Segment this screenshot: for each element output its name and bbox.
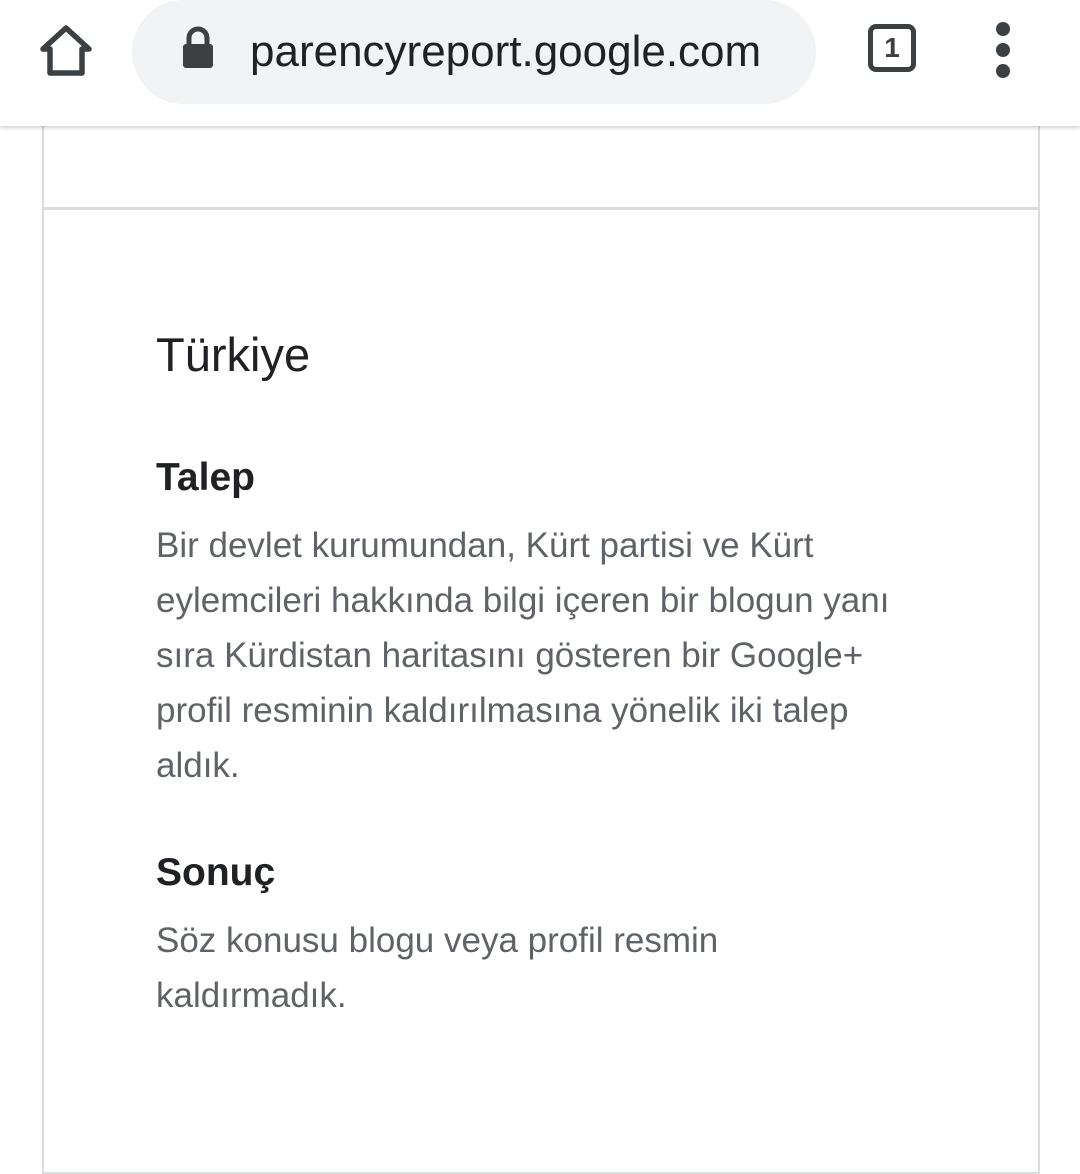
tab-switcher-button[interactable]: 1	[866, 22, 920, 76]
lock-icon	[183, 26, 213, 68]
country-title: Türkiye	[156, 328, 311, 381]
browser-toolbar: parencyreport.google.com 1	[0, 0, 1080, 126]
url-text[interactable]: parencyreport.google.com	[250, 24, 798, 80]
outcome-heading: Sonuç	[156, 851, 276, 894]
overflow-menu-button[interactable]	[980, 22, 1026, 78]
address-bar[interactable]: parencyreport.google.com	[132, 0, 816, 104]
request-heading: Talep	[156, 456, 255, 499]
request-text: Bir devlet kurumundan, Kürt partisi ve K…	[156, 526, 890, 785]
previous-card	[42, 126, 1040, 210]
country-card: Türkiye Talep Bir devlet kurumundan, Kür…	[42, 209, 1040, 1174]
outcome-text: Söz konusu blogu veya profil resmin kald…	[156, 921, 719, 1015]
tab-count: 1	[868, 24, 916, 72]
home-button[interactable]	[30, 18, 102, 82]
home-icon	[40, 25, 92, 76]
